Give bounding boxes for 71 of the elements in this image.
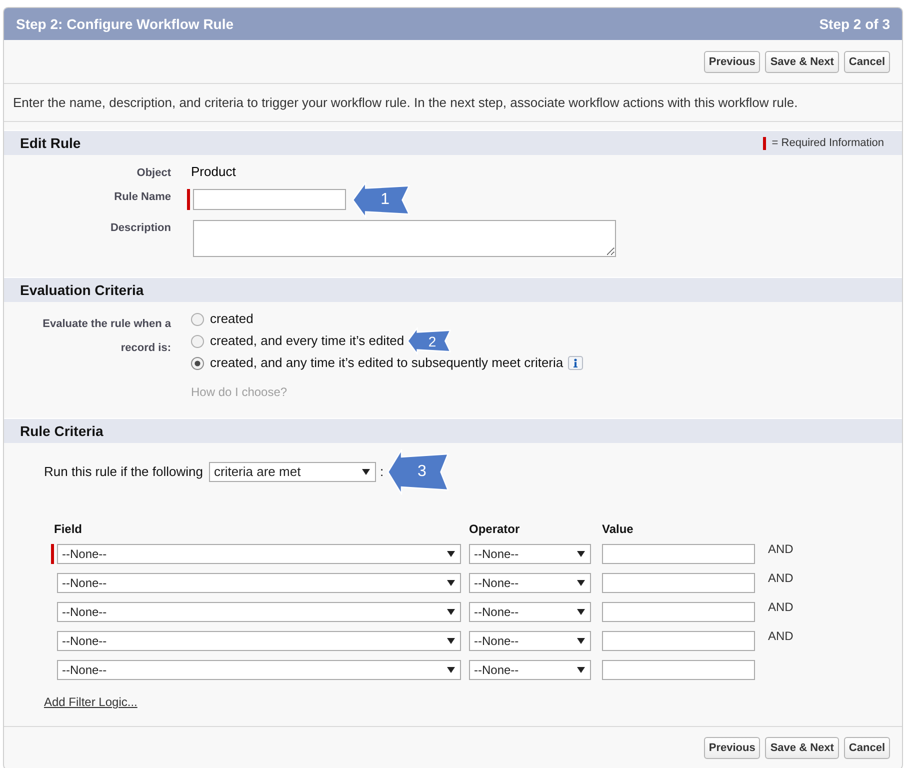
caret-icon bbox=[577, 551, 585, 557]
caret-icon bbox=[447, 609, 455, 615]
radio-button[interactable] bbox=[191, 334, 204, 348]
field-label: Evaluate the rule when a record is: bbox=[42, 318, 171, 354]
value-field[interactable] bbox=[602, 544, 755, 564]
column-header: Operator bbox=[469, 522, 520, 536]
field-label: Rule Name bbox=[114, 191, 171, 203]
logic-operator: AND bbox=[768, 600, 794, 614]
save-next-button[interactable]: Save & Next bbox=[765, 50, 839, 72]
caret-icon bbox=[577, 609, 585, 615]
radio-label: created, and every time it’s edited bbox=[210, 333, 404, 349]
save-next-button[interactable]: Save & Next bbox=[765, 737, 839, 759]
callout-arrow bbox=[352, 182, 410, 218]
logic-operator: AND bbox=[768, 571, 794, 585]
caret-icon bbox=[362, 469, 370, 475]
radio-label: created bbox=[210, 311, 254, 327]
add-filter-logic-link[interactable]: Add Filter Logic... bbox=[44, 694, 138, 710]
field-select[interactable]: --None-- bbox=[57, 544, 461, 564]
section-title: Evaluation Criteria bbox=[20, 280, 144, 300]
field-select[interactable]: --None-- bbox=[57, 660, 461, 680]
field-select[interactable]: --None-- bbox=[57, 602, 461, 622]
criteria-suffix: : bbox=[380, 463, 384, 482]
value-field[interactable] bbox=[602, 573, 755, 593]
operator-select[interactable]: --None-- bbox=[469, 544, 591, 564]
caret-icon bbox=[447, 551, 455, 557]
field-label: Description bbox=[110, 222, 171, 234]
previous-button[interactable]: Previous bbox=[704, 50, 760, 72]
radio-button[interactable] bbox=[191, 356, 204, 370]
radio-button[interactable] bbox=[191, 312, 204, 326]
caret-icon bbox=[577, 580, 585, 586]
instructions-text: Enter the name, description, and criteria to trigger your workflow rule. In the next step, associate workflow actions with this workflow rule. bbox=[13, 94, 798, 112]
required-marker-icon bbox=[762, 136, 766, 150]
operator-select[interactable]: --None-- bbox=[469, 573, 591, 593]
caret-icon bbox=[577, 638, 585, 644]
required-legend: = Required Information bbox=[772, 134, 884, 152]
field-label: Object bbox=[136, 167, 171, 179]
callout-arrow bbox=[386, 449, 449, 495]
section-title: Edit Rule bbox=[20, 134, 81, 152]
info-icon bbox=[568, 356, 584, 370]
section-title: Rule Criteria bbox=[20, 422, 104, 440]
caret-icon bbox=[447, 580, 455, 586]
logic-operator: AND bbox=[768, 629, 794, 643]
operator-select[interactable]: --None-- bbox=[469, 631, 591, 651]
criteria-label: Run this rule if the following bbox=[44, 463, 203, 482]
field-select[interactable]: --None-- bbox=[57, 631, 461, 651]
callout-number: 1 bbox=[380, 192, 390, 208]
callout-number: 2 bbox=[428, 334, 436, 348]
field-value: Product bbox=[191, 164, 236, 180]
logic-operator: AND bbox=[768, 542, 794, 556]
caret-icon bbox=[447, 638, 455, 644]
step-indicator: Step 2 of 3 bbox=[819, 14, 890, 34]
criteria-select[interactable]: criteria are met bbox=[208, 462, 376, 482]
caret-icon bbox=[577, 667, 585, 673]
caret-icon bbox=[447, 667, 455, 673]
callout-arrow bbox=[407, 328, 452, 354]
wizard-title: Step 2: Configure Workflow Rule bbox=[16, 14, 234, 34]
rule-name-field[interactable] bbox=[193, 189, 346, 210]
field-select[interactable]: --None-- bbox=[57, 573, 461, 593]
value-field[interactable] bbox=[602, 631, 755, 651]
column-header: Value bbox=[602, 522, 634, 536]
previous-button[interactable]: Previous bbox=[704, 737, 760, 759]
operator-select[interactable]: --None-- bbox=[469, 602, 591, 622]
radio-label: created, and any time it’s edited to subsequently meet criteria bbox=[210, 355, 564, 371]
value-field[interactable] bbox=[602, 660, 755, 680]
cancel-button[interactable]: Cancel bbox=[844, 50, 890, 72]
description-field[interactable] bbox=[193, 220, 616, 257]
cancel-button[interactable]: Cancel bbox=[844, 737, 890, 759]
value-field[interactable] bbox=[602, 602, 755, 622]
operator-select[interactable]: --None-- bbox=[469, 660, 591, 680]
column-header: Field bbox=[54, 522, 82, 536]
callout-number: 3 bbox=[418, 464, 426, 480]
